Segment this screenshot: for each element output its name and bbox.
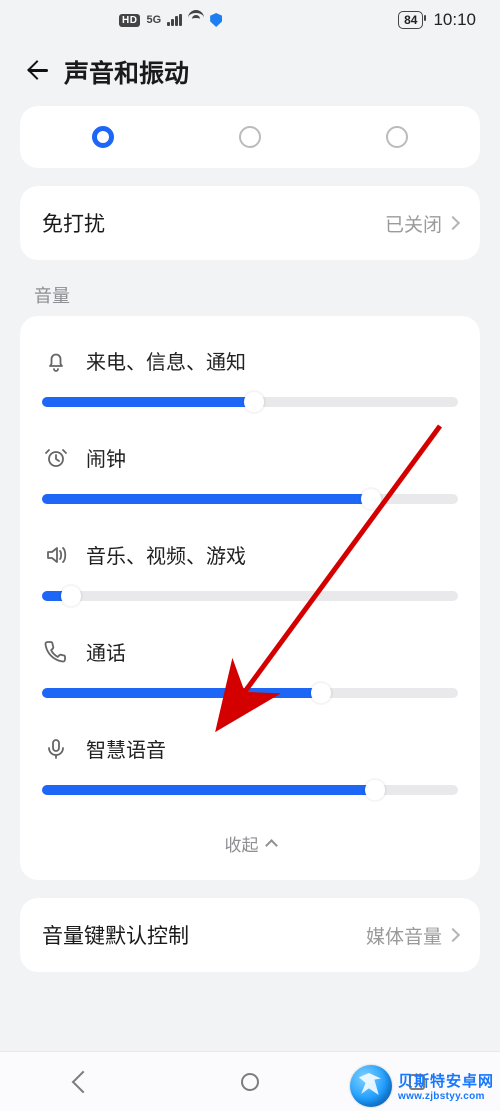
page-title: 声音和振动 (64, 54, 189, 90)
watermark-en: www.zjbstyy.com (398, 1091, 494, 1102)
collapse-label: 收起 (225, 831, 259, 856)
volume-ringtone-slider[interactable] (42, 389, 458, 413)
hd-icon: HD (119, 14, 140, 27)
dnd-row[interactable]: 免打扰 已关闭 (20, 186, 480, 260)
watermark-cn: 贝斯特安卓网 (398, 1070, 494, 1091)
volume-media-slider[interactable] (42, 583, 458, 607)
volume-card: 来电、信息、通知 闹钟 音乐、视频、游戏 (20, 316, 480, 880)
watermark: 贝斯特安卓网 www.zjbstyy.com (350, 1065, 494, 1107)
volume-media: 音乐、视频、游戏 (42, 526, 458, 623)
status-bar: HD 5G 84 10:10 (0, 0, 500, 40)
status-right: 84 10:10 (398, 10, 476, 30)
app-bar: 声音和振动 (0, 40, 500, 106)
chevron-right-icon (446, 928, 460, 942)
volume-alarm-label: 闹钟 (86, 443, 126, 472)
clock: 10:10 (433, 10, 476, 30)
watermark-badge-icon (350, 1065, 392, 1107)
sound-mode-radio-1[interactable] (92, 126, 114, 148)
status-left: HD 5G (119, 13, 222, 27)
chevron-right-icon (446, 216, 460, 230)
volume-key-card: 音量键默认控制 媒体音量 (20, 898, 480, 972)
volume-voice-label: 智慧语音 (86, 734, 166, 763)
sound-mode-radio-3[interactable] (386, 126, 408, 148)
bell-icon (42, 349, 70, 373)
dnd-label: 免打扰 (42, 208, 105, 238)
volume-media-label: 音乐、视频、游戏 (86, 540, 246, 569)
dnd-value-wrap: 已关闭 (385, 210, 458, 237)
volume-alarm-slider[interactable] (42, 486, 458, 510)
section-volume-label: 音量 (0, 260, 500, 316)
volume-voice: 智慧语音 (42, 720, 458, 817)
volume-ringtone: 来电、信息、通知 (42, 332, 458, 429)
nav-home-icon[interactable] (241, 1073, 259, 1091)
speaker-icon (42, 543, 70, 567)
phone-icon (42, 640, 70, 664)
alarm-icon (42, 446, 70, 470)
slider-fill (42, 397, 254, 407)
signal-icon (167, 14, 182, 26)
volume-voice-slider[interactable] (42, 777, 458, 801)
volume-call-slider[interactable] (42, 680, 458, 704)
sound-mode-row (20, 106, 480, 168)
volume-call: 通话 (42, 623, 458, 720)
volume-call-label: 通话 (86, 637, 126, 666)
slider-thumb[interactable] (244, 392, 264, 412)
collapse-button[interactable]: 收起 (42, 817, 458, 872)
dnd-value: 已关闭 (385, 210, 442, 237)
network-label: 5G (146, 14, 161, 26)
chevron-up-icon (265, 839, 278, 852)
wifi-icon (188, 14, 204, 26)
volume-key-label: 音量键默认控制 (42, 920, 189, 950)
volume-alarm: 闹钟 (42, 429, 458, 526)
volume-key-row[interactable]: 音量键默认控制 媒体音量 (20, 898, 480, 972)
battery-icon: 84 (398, 11, 423, 29)
nav-back-icon[interactable] (72, 1070, 95, 1093)
dnd-card: 免打扰 已关闭 (20, 186, 480, 260)
shield-icon (210, 13, 222, 27)
volume-key-value: 媒体音量 (366, 922, 442, 949)
volume-ringtone-label: 来电、信息、通知 (86, 346, 246, 375)
sound-mode-radio-2[interactable] (239, 126, 261, 148)
mic-icon (42, 737, 70, 761)
back-icon[interactable] (24, 61, 46, 83)
